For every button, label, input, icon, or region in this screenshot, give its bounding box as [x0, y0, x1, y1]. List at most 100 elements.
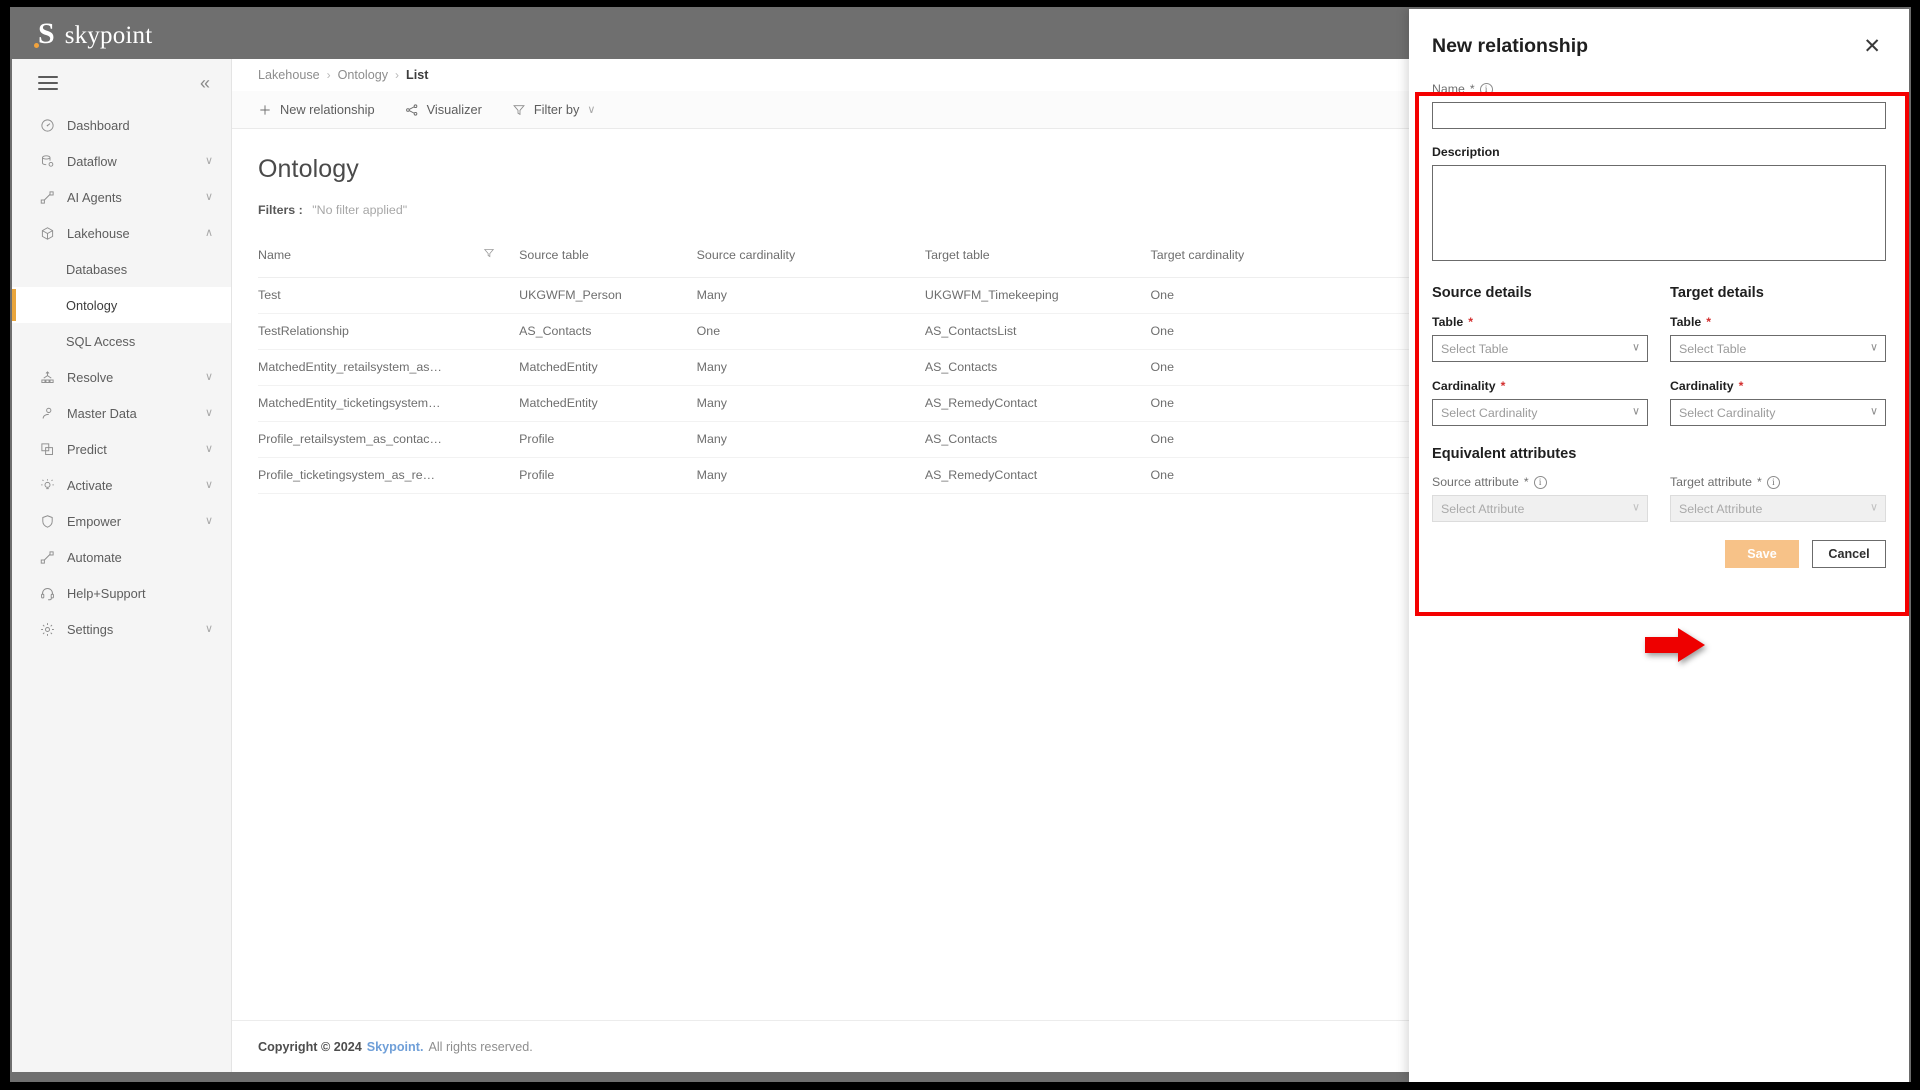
filter-by-button[interactable]: Filter by ∨ [512, 102, 596, 117]
target-cardinality-select[interactable]: Select Cardinality ∨ [1670, 399, 1886, 426]
sidebar-item-help-support[interactable]: Help+Support [12, 575, 231, 611]
info-icon[interactable]: i [1534, 476, 1547, 489]
save-button[interactable]: Save [1725, 540, 1799, 568]
cell-target-cardinality: One [1151, 349, 1436, 385]
breadcrumb-ontology[interactable]: Ontology [338, 68, 388, 82]
person-icon [38, 404, 56, 422]
visualizer-button[interactable]: Visualizer [405, 102, 482, 117]
target-attribute-column: Target attribute * i Select Attribute ∨ [1670, 475, 1886, 522]
table-row[interactable]: TestRelationship AS_Contacts One AS_Cont… [258, 313, 1588, 349]
name-input[interactable] [1432, 102, 1886, 129]
sidebar-item-databases[interactable]: Databases [12, 251, 231, 287]
source-table-select[interactable]: Select Table ∨ [1432, 335, 1648, 362]
required-asterisk: * [1524, 475, 1529, 489]
sidebar-item-predict[interactable]: Predict ∨ [12, 431, 231, 467]
sidebar-item-label: Automate [67, 550, 213, 565]
required-asterisk: * [1739, 379, 1744, 393]
column-header-target-table[interactable]: Target table [925, 233, 1151, 277]
sidebar-item-automate[interactable]: Automate [12, 539, 231, 575]
column-header-source-table[interactable]: Source table [519, 233, 697, 277]
target-cardinality-placeholder: Select Cardinality [1679, 406, 1775, 420]
filter-icon[interactable] [483, 247, 495, 262]
breadcrumb-lakehouse[interactable]: Lakehouse [258, 68, 320, 82]
sidebar-item-label: Activate [67, 478, 205, 493]
chevron-down-icon: ∨ [205, 192, 213, 203]
source-details-title: Source details [1432, 285, 1648, 301]
app-logo[interactable]: S skypoint [38, 19, 152, 50]
details-section: Source details Table * Select Table ∨ Ca… [1432, 285, 1886, 426]
sidebar-item-empower[interactable]: Empower ∨ [12, 503, 231, 539]
table-header-row: Name Source table Source cardinality Tar… [258, 233, 1588, 277]
filter-by-label: Filter by [534, 102, 580, 117]
column-header-target-cardinality[interactable]: Target cardinality [1151, 233, 1436, 277]
target-details-title: Target details [1670, 285, 1886, 301]
hamburger-icon[interactable] [38, 76, 58, 90]
breadcrumb-separator-icon: › [395, 68, 399, 82]
footer-brand-link[interactable]: Skypoint. [367, 1040, 424, 1054]
cell-name: MatchedEntity_retailsystem_as… [258, 349, 519, 385]
source-cardinality-select[interactable]: Select Cardinality ∨ [1432, 399, 1648, 426]
sidebar-item-label: Help+Support [67, 586, 213, 601]
description-label-text: Description [1432, 145, 1500, 159]
cell-target-cardinality: One [1151, 277, 1436, 313]
chevron-down-icon: ∨ [1632, 342, 1640, 353]
sidebar-subitem-label: SQL Access [66, 334, 135, 349]
database-gear-icon [38, 152, 56, 170]
cell-name: Test [258, 277, 519, 313]
cell-target-table: AS_Contacts [925, 421, 1151, 457]
sidebar-item-dashboard[interactable]: Dashboard [12, 107, 231, 143]
sidebar-item-settings[interactable]: Settings ∨ [12, 611, 231, 647]
table-row[interactable]: Profile_retailsystem_as_contac… Profile … [258, 421, 1588, 457]
column-header-source-cardinality[interactable]: Source cardinality [697, 233, 925, 277]
cell-target-cardinality: One [1151, 313, 1436, 349]
cancel-button[interactable]: Cancel [1812, 540, 1886, 568]
sidebar-item-sql-access[interactable]: SQL Access [12, 323, 231, 359]
source-details-column: Source details Table * Select Table ∨ Ca… [1432, 285, 1648, 426]
sidebar-item-resolve[interactable]: Resolve ∨ [12, 359, 231, 395]
table-row[interactable]: Profile_ticketingsystem_as_re… Profile M… [258, 457, 1588, 493]
required-asterisk: * [1757, 475, 1762, 489]
source-cardinality-label: Cardinality * [1432, 379, 1648, 393]
footer-rights: All rights reserved. [428, 1040, 532, 1054]
nodes-icon [38, 548, 56, 566]
app-logo-text: skypoint [65, 22, 153, 50]
source-attribute-select[interactable]: Select Attribute ∨ [1432, 495, 1648, 522]
required-asterisk: * [1470, 82, 1475, 96]
target-table-placeholder: Select Table [1679, 342, 1746, 356]
chevron-up-icon: ∧ [205, 228, 213, 239]
sidebar-item-lakehouse[interactable]: Lakehouse ∧ [12, 215, 231, 251]
chevron-down-icon: ∨ [1870, 406, 1878, 417]
target-table-select[interactable]: Select Table ∨ [1670, 335, 1886, 362]
chevron-down-icon: ∨ [205, 444, 213, 455]
chevron-double-left-icon[interactable]: « [200, 74, 210, 92]
cell-name: Profile_ticketingsystem_as_re… [258, 457, 519, 493]
target-attribute-select[interactable]: Select Attribute ∨ [1670, 495, 1886, 522]
sidebar-item-ai-agents[interactable]: AI Agents ∨ [12, 179, 231, 215]
table-row[interactable]: MatchedEntity_retailsystem_as… MatchedEn… [258, 349, 1588, 385]
sidebar-item-dataflow[interactable]: Dataflow ∨ [12, 143, 231, 179]
share-nodes-icon [405, 103, 419, 117]
cell-target-table: AS_RemedyContact [925, 385, 1151, 421]
cell-source-cardinality: Many [697, 457, 925, 493]
source-attribute-column: Source attribute * i Select Attribute ∨ [1432, 475, 1648, 522]
required-asterisk: * [1706, 315, 1711, 329]
sidebar-item-label: Dashboard [67, 118, 213, 133]
info-icon[interactable]: i [1480, 83, 1493, 96]
info-icon[interactable]: i [1767, 476, 1780, 489]
source-attribute-label: Source attribute * i [1432, 475, 1648, 489]
target-cardinality-label: Cardinality * [1670, 379, 1886, 393]
sidebar-item-master-data[interactable]: Master Data ∨ [12, 395, 231, 431]
description-textarea[interactable] [1432, 165, 1886, 261]
sidebar-item-label: Settings [67, 622, 205, 637]
target-attribute-placeholder: Select Attribute [1679, 502, 1762, 516]
new-relationship-button[interactable]: New relationship [258, 102, 375, 117]
table-row[interactable]: Test UKGWFM_Person Many UKGWFM_Timekeepi… [258, 277, 1588, 313]
column-header-name[interactable]: Name [258, 233, 519, 277]
sidebar-item-ontology[interactable]: Ontology [12, 287, 231, 323]
close-icon[interactable]: ✕ [1863, 36, 1881, 57]
cell-target-cardinality: One [1151, 457, 1436, 493]
equivalent-attributes-section: Source attribute * i Select Attribute ∨ … [1432, 475, 1886, 522]
table-row[interactable]: MatchedEntity_ticketingsystem… MatchedEn… [258, 385, 1588, 421]
source-table-placeholder: Select Table [1441, 342, 1508, 356]
sidebar-item-activate[interactable]: Activate ∨ [12, 467, 231, 503]
